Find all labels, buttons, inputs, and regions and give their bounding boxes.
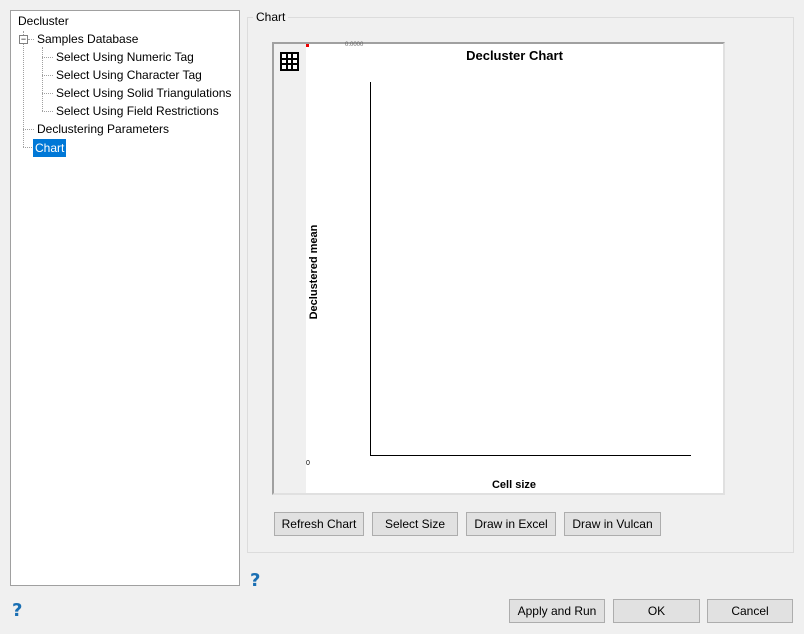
x-axis <box>370 455 691 456</box>
tree-item-solid-triangulations[interactable]: Select Using Solid Triangulations <box>54 85 233 101</box>
tree-item-samples-database[interactable]: Samples Database <box>35 31 140 47</box>
tree-item-chart[interactable]: Chart <box>33 139 67 157</box>
cancel-button[interactable]: Cancel <box>707 599 793 623</box>
tree-view[interactable]: Decluster − Samples Database Select Usin… <box>10 10 240 586</box>
draw-in-excel-button[interactable]: Draw in Excel <box>466 512 556 536</box>
y-axis-label: Declustered mean <box>308 224 320 320</box>
chart-area: 0.0000 Decluster Chart 0 Cell size Declu… <box>272 42 725 495</box>
group-label: Chart <box>253 10 289 24</box>
tree-item-field-restrictions[interactable]: Select Using Field Restrictions <box>54 103 221 119</box>
y-zero-label: 0 <box>306 460 310 467</box>
tree-item-numeric-tag[interactable]: Select Using Numeric Tag <box>54 49 196 65</box>
help-icon[interactable]: ? <box>12 600 22 621</box>
draw-in-vulcan-button[interactable]: Draw in Vulcan <box>564 512 661 536</box>
tree-item-declustering-parameters[interactable]: Declustering Parameters <box>35 121 171 137</box>
apply-and-run-button[interactable]: Apply and Run <box>509 599 605 623</box>
marker <box>306 44 309 47</box>
y-axis <box>370 82 371 456</box>
tree-root[interactable]: Decluster <box>16 13 71 29</box>
refresh-chart-button[interactable]: Refresh Chart <box>274 512 364 536</box>
tree-item-character-tag[interactable]: Select Using Character Tag <box>54 67 204 83</box>
ok-button[interactable]: OK <box>613 599 700 623</box>
chart-title: Decluster Chart <box>466 48 563 63</box>
x-axis-label: Cell size <box>491 479 537 491</box>
help-icon[interactable]: ? <box>250 570 260 591</box>
collapse-icon[interactable]: − <box>19 35 28 44</box>
select-size-button[interactable]: Select Size <box>372 512 458 536</box>
